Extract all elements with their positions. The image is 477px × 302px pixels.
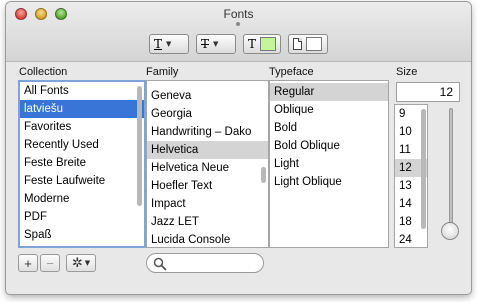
text-color-icon: T	[248, 37, 257, 51]
family-item[interactable]: Jazz LET	[147, 213, 268, 231]
minus-icon: −	[46, 255, 54, 271]
family-item[interactable]: Helvetica	[147, 141, 268, 159]
add-collection-button[interactable]: +	[18, 254, 38, 272]
family-list[interactable]: Geneva Georgia Handwriting – Dako Helvetica…	[146, 80, 269, 248]
text-color-button[interactable]: T	[243, 34, 281, 54]
family-item[interactable]: Geneva	[147, 87, 268, 105]
typeface-header: Typeface	[269, 66, 314, 78]
family-scrollbar[interactable]	[261, 167, 266, 183]
size-header: Size	[396, 66, 418, 78]
typeface-item[interactable]: Regular	[270, 83, 388, 101]
size-slider-track[interactable]	[449, 108, 453, 236]
fonts-window: Fonts T ▼ T ▼ T Collection Family Typefa…	[6, 2, 471, 294]
typeface-item[interactable]: Oblique	[270, 101, 388, 119]
size-scrollbar[interactable]	[421, 109, 426, 229]
gear-icon: ✲	[71, 255, 83, 270]
family-item[interactable]: Helvetica Neue	[147, 159, 268, 177]
title-bar: Fonts T ▼ T ▼ T	[6, 2, 471, 62]
underline-icon: T	[154, 37, 163, 51]
typeface-list[interactable]: Regular Oblique Bold Bold Oblique Light Light…	[269, 80, 389, 248]
family-item[interactable]: Lucida Console	[147, 231, 268, 247]
size-item[interactable]: 24	[395, 231, 427, 247]
family-item[interactable]: Georgia	[147, 105, 268, 123]
collection-item[interactable]: Favorites	[20, 118, 144, 136]
search-input[interactable]	[146, 253, 264, 273]
typeface-item[interactable]: Light	[270, 155, 388, 173]
collection-item[interactable]: Moderne	[20, 190, 144, 208]
collection-item[interactable]: Feste Laufweite	[20, 172, 144, 190]
chevron-down-icon: ▼	[166, 40, 172, 48]
family-header: Family	[146, 66, 179, 78]
chevron-down-icon: ▼	[84, 259, 91, 267]
underline-button[interactable]: T ▼	[149, 34, 189, 54]
text-color-swatch	[260, 37, 276, 51]
collection-scrollbar[interactable]	[137, 86, 142, 206]
collection-item[interactable]: Feste Breite	[20, 154, 144, 172]
document-color-button[interactable]	[288, 34, 328, 54]
family-item[interactable]: Impact	[147, 195, 268, 213]
toolbar-toggle-handle[interactable]	[236, 22, 240, 26]
size-input[interactable]: 12	[396, 82, 460, 102]
collection-item[interactable]: All Fonts	[20, 82, 144, 100]
strikethrough-button[interactable]: T ▼	[196, 34, 236, 54]
size-slider-knob[interactable]	[441, 222, 459, 240]
window-title: Fonts	[223, 7, 254, 21]
collection-item[interactable]: PDF	[20, 208, 144, 226]
collection-item[interactable]: Recently Used	[20, 136, 144, 154]
collection-item[interactable]: Spaß	[20, 226, 144, 244]
chevron-down-icon: ▼	[213, 40, 219, 48]
family-item[interactable]: Handwriting – Dako	[147, 123, 268, 141]
typeface-item[interactable]: Light Oblique	[270, 173, 388, 191]
family-item[interactable]: Hoefler Text	[147, 177, 268, 195]
document-icon	[293, 38, 302, 50]
typeface-item[interactable]: Bold Oblique	[270, 137, 388, 155]
collection-header: Collection	[19, 66, 68, 78]
action-menu-button[interactable]: ✲ ▼	[66, 254, 96, 272]
remove-collection-button[interactable]: −	[40, 254, 60, 272]
strikethrough-icon: T	[201, 37, 210, 51]
typeface-item[interactable]: Bold	[270, 119, 388, 137]
search-icon	[153, 257, 167, 271]
document-color-swatch	[306, 37, 322, 51]
collection-item[interactable]: latviešu	[20, 100, 144, 118]
plus-icon: +	[24, 255, 32, 271]
collection-list[interactable]: All Fonts latviešu Favorites Recently Used F…	[18, 80, 146, 248]
size-list[interactable]: 9 10 11 12 13 14 18 24	[394, 104, 428, 248]
